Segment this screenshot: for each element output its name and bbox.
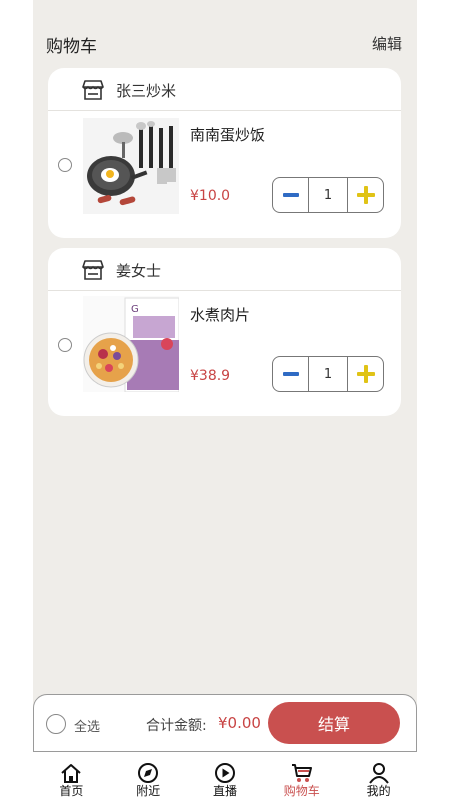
svg-text:G: G [131,304,139,315]
increase-button[interactable] [347,357,383,391]
app-screen: 购物车 编辑 张三炒米 南南蛋炒饭 ¥10.0 1 姜女士 G 水煮肉片 ¥38… [33,0,417,800]
product-price: ¥38.9 [190,368,231,384]
product-image[interactable]: G [83,296,179,392]
plus-icon [356,365,375,383]
total-label: 合计金额: [146,718,207,734]
tab-label: 首页 [59,784,84,798]
quantity-value[interactable]: 1 [309,178,347,212]
tab-nearby[interactable]: 附近 [110,752,187,800]
profile-icon [368,763,389,784]
shop-header: 张三炒米 [48,68,401,111]
quantity-stepper: 1 [272,177,384,213]
shop-name[interactable]: 张三炒米 [116,80,176,101]
live-icon [214,763,235,783]
store-icon [82,260,104,280]
cereal-package-picture: G [83,296,179,392]
checkout-bar: 全选 合计金额: ¥0.00 结算 [33,694,417,752]
minus-icon [282,193,299,197]
home-icon [61,764,82,783]
header: 购物车 编辑 [33,0,417,70]
cookware-picture [83,118,179,214]
checkout-button[interactable]: 结算 [268,702,400,744]
tab-cart[interactable]: 购物车 [263,752,340,800]
tab-profile[interactable]: 我的 [340,752,417,800]
select-all-radio[interactable] [46,714,66,734]
item-select-radio[interactable] [58,158,72,172]
tab-home[interactable]: 首页 [33,752,110,800]
tab-label: 附近 [136,784,161,798]
store-icon [82,80,104,100]
plus-icon [356,186,375,204]
item-select-radio[interactable] [58,338,72,352]
quantity-stepper: 1 [272,356,384,392]
shop-header: 姜女士 [48,248,401,291]
quantity-value[interactable]: 1 [309,357,347,391]
tab-label: 直播 [212,784,237,798]
decrease-button[interactable] [273,357,309,391]
shop-card: 姜女士 G 水煮肉片 ¥38.9 1 [48,248,401,416]
tab-label: 购物车 [283,784,320,798]
product-name[interactable]: 南南蛋炒饭 [190,124,265,145]
nearby-icon [138,763,159,783]
increase-button[interactable] [347,178,383,212]
edit-button[interactable]: 编辑 [372,33,402,54]
total-amount: ¥0.00 [218,714,261,732]
product-price: ¥10.0 [190,188,231,204]
product-image[interactable] [83,118,179,214]
product-name[interactable]: 水煮肉片 [190,304,250,325]
select-all-label[interactable]: 全选 [74,716,100,735]
tab-live[interactable]: 直播 [187,752,264,800]
minus-icon [282,372,299,376]
bottom-tab-bar: 首页 附近 直播 购物车 我的 [33,752,417,800]
decrease-button[interactable] [273,178,309,212]
cart-icon [291,764,312,782]
tab-label: 我的 [366,784,391,798]
page-title: 购物车 [46,37,97,57]
shop-card: 张三炒米 南南蛋炒饭 ¥10.0 1 [48,68,401,238]
shop-name[interactable]: 姜女士 [116,260,161,281]
